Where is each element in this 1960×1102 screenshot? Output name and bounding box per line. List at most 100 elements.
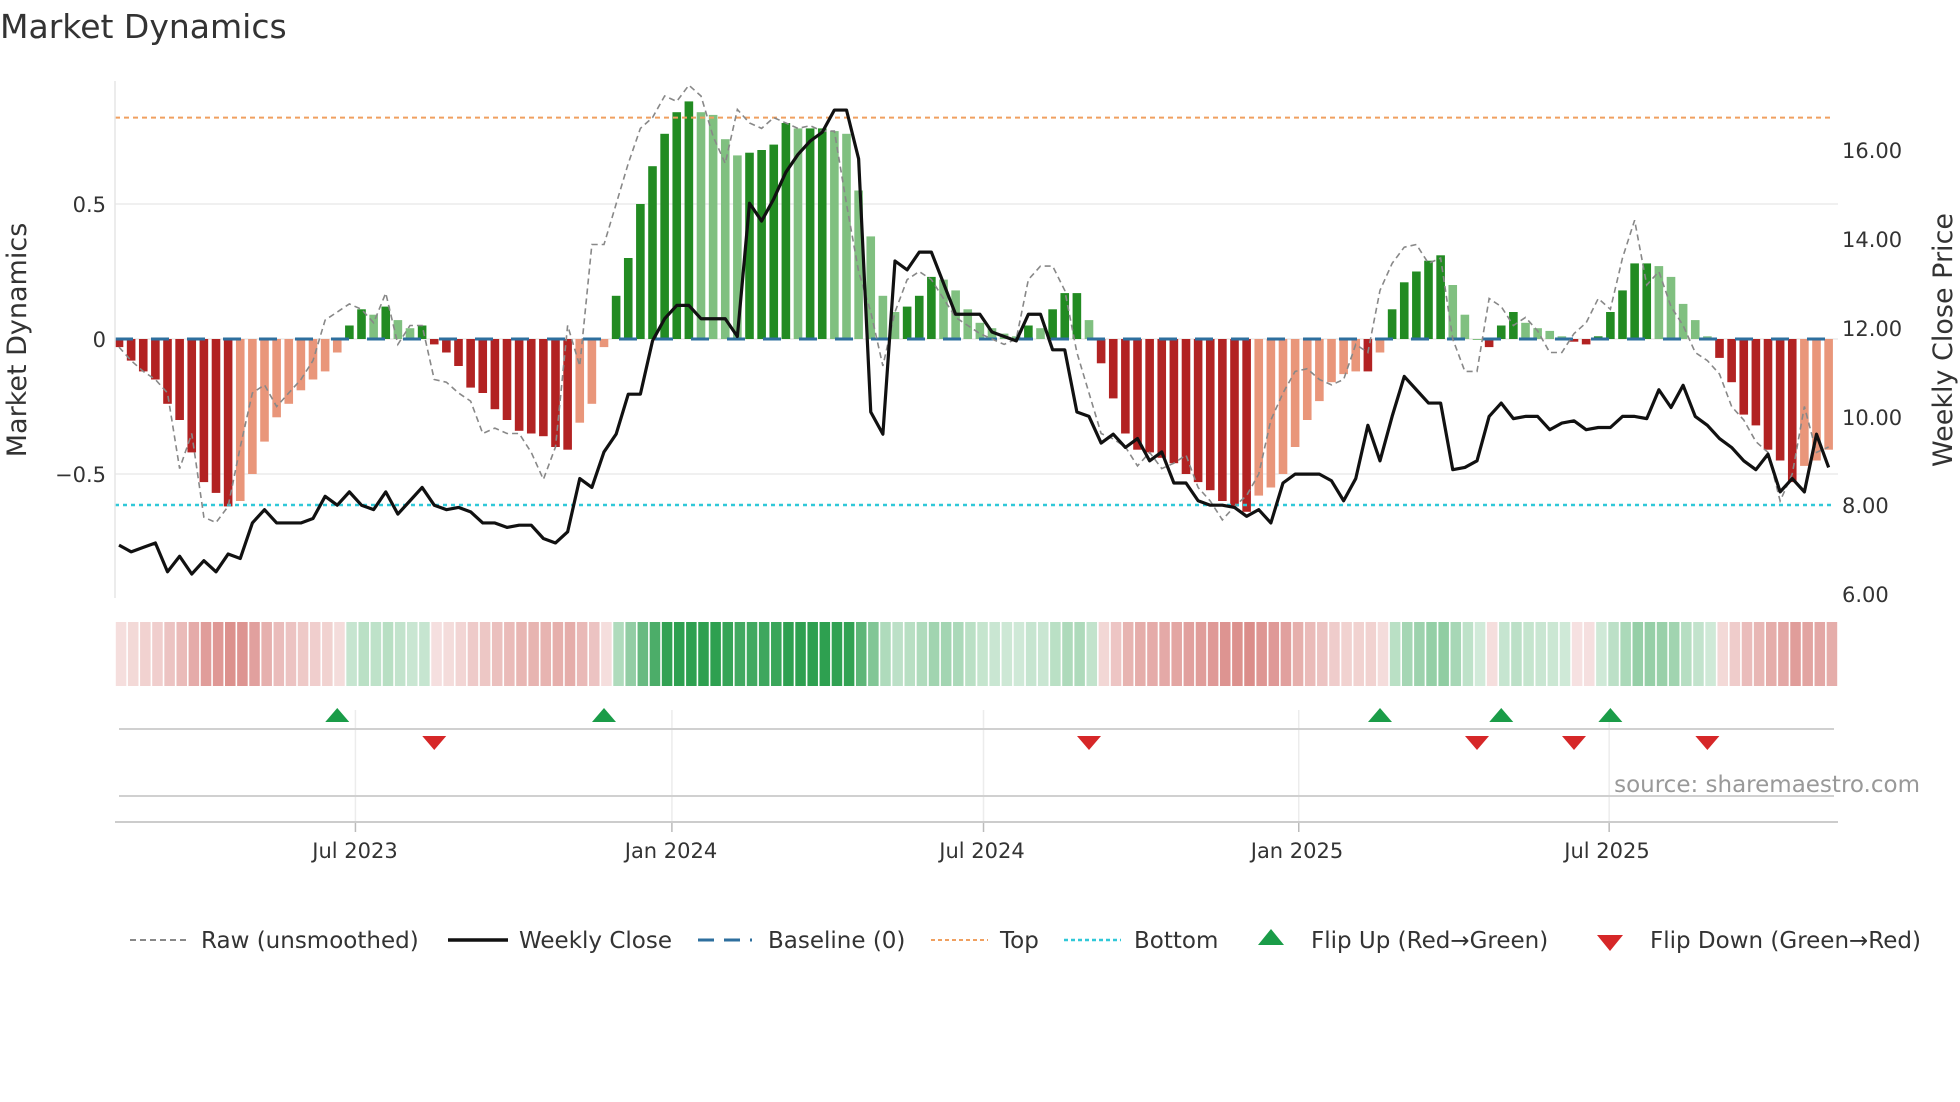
momentum-bar [1727,339,1736,383]
heatmap-cell [1620,622,1631,686]
momentum-bar [296,339,306,391]
heatmap-cell [1244,622,1255,686]
heatmap-cell [1341,622,1352,686]
xtick-label: Jul 2025 [1562,839,1649,863]
heatmap-cell [892,622,903,686]
momentum-bar [1290,339,1300,447]
heatmap-cell [722,622,734,686]
momentum-bar [1266,339,1276,488]
heatmap-cell [1219,622,1231,686]
heatmap-cell [831,622,843,686]
heatmap-cell [1753,622,1765,686]
heatmap-cell [1037,622,1049,686]
source-attribution: source: sharemaestro.com [1614,772,1920,798]
heatmap-cell [1693,622,1704,686]
heatmap-cell [297,622,309,686]
flip-down-triangle-icon [1465,736,1489,750]
heatmap-cell [334,622,345,686]
heatmap-cell [576,622,588,686]
heatmap-cell [419,622,430,686]
heatmap-cell [758,622,770,686]
heatmap-cell [686,622,697,686]
momentum-bar [1375,339,1385,353]
momentum-bar [757,150,766,339]
heatmap-cell [1705,622,1716,686]
momentum-bar [320,339,330,372]
heatmap-cell [1571,622,1583,686]
heatmap-cell [1086,622,1098,686]
heatmap-cell [880,622,891,686]
ytick-right: 14.00 [1842,228,1902,252]
heatmap-cell [370,622,382,686]
heatmap-cell [1001,622,1013,686]
momentum-bar [478,339,488,393]
flip-up-triangle-icon [592,708,616,722]
heatmap-cell [1256,622,1267,686]
heatmap-cell [516,622,527,686]
heatmap-cell [140,622,151,686]
momentum-bar [1121,339,1130,434]
legend: Raw (unsmoothed) Weekly Close Baseline (… [130,928,1921,954]
ytick-right: 12.00 [1842,317,1902,341]
heatmap-cell [176,622,188,686]
momentum-bar [769,144,779,339]
momentum-bar [1363,339,1373,372]
legend-flip-up-triangle-icon [1258,929,1284,945]
momentum-bar [345,325,354,339]
heatmap-cell [1717,622,1728,686]
xtick-label: Jan 2024 [623,839,718,863]
heatmap-cell [431,622,442,686]
heatmap-cell [285,622,297,686]
heatmap-cell [1317,622,1328,686]
ytick-right: 16.00 [1842,139,1902,163]
raw-unsmoothed-line [118,84,1829,524]
heatmap-cell [1644,622,1656,686]
momentum-bar [1157,339,1167,458]
heatmap-cell [989,622,1000,686]
heatmap-cell [1790,622,1801,686]
momentum-bar [1606,312,1615,339]
momentum-bar [1775,339,1785,461]
momentum-bar [1302,339,1312,420]
legend-baseline-label: Baseline (0) [768,928,905,954]
momentum-bar [805,128,815,339]
momentum-bar [1169,339,1179,464]
momentum-bar [1193,339,1203,483]
heatmap-cell [819,622,831,686]
heatmap-cell [1814,622,1826,686]
momentum-bar [636,204,645,339]
heatmap-cell [940,622,952,686]
heatmap-cell [1122,622,1134,686]
momentum-bar [1036,328,1045,339]
heatmap-cell [698,622,709,686]
momentum-bar [1424,260,1433,339]
heatmap-cell [1535,622,1546,686]
heatmap-cell [746,622,758,686]
heatmap-cell [1147,622,1158,686]
heatmap-cell [127,622,139,686]
heatmap-cell [552,622,564,686]
momentum-bar [1824,339,1833,450]
momentum-bar [1108,339,1118,399]
momentum-bar [526,339,536,434]
heatmap-cell [212,622,224,686]
momentum-bar [830,131,839,339]
momentum-bar [1072,293,1082,339]
heatmap-cell [491,622,503,686]
legend-bottom-label: Bottom [1134,928,1218,954]
momentum-bar [381,306,391,339]
heatmap-cell [613,622,624,686]
momentum-bar [539,339,548,437]
momentum-bar [1690,320,1700,339]
ytick-right: 6.00 [1842,583,1889,607]
momentum-bar [878,295,888,339]
heatmap-cell [322,622,333,686]
momentum-bar [817,128,827,339]
heatmap-cell [1414,622,1425,686]
momentum-bar [235,339,245,501]
heatmap-cell [1486,622,1498,686]
flip-down-triangle-icon [1077,736,1101,750]
heatmap-cell [1632,622,1644,686]
heatmap-cell [1401,622,1413,686]
momentum-bar [1096,339,1106,364]
